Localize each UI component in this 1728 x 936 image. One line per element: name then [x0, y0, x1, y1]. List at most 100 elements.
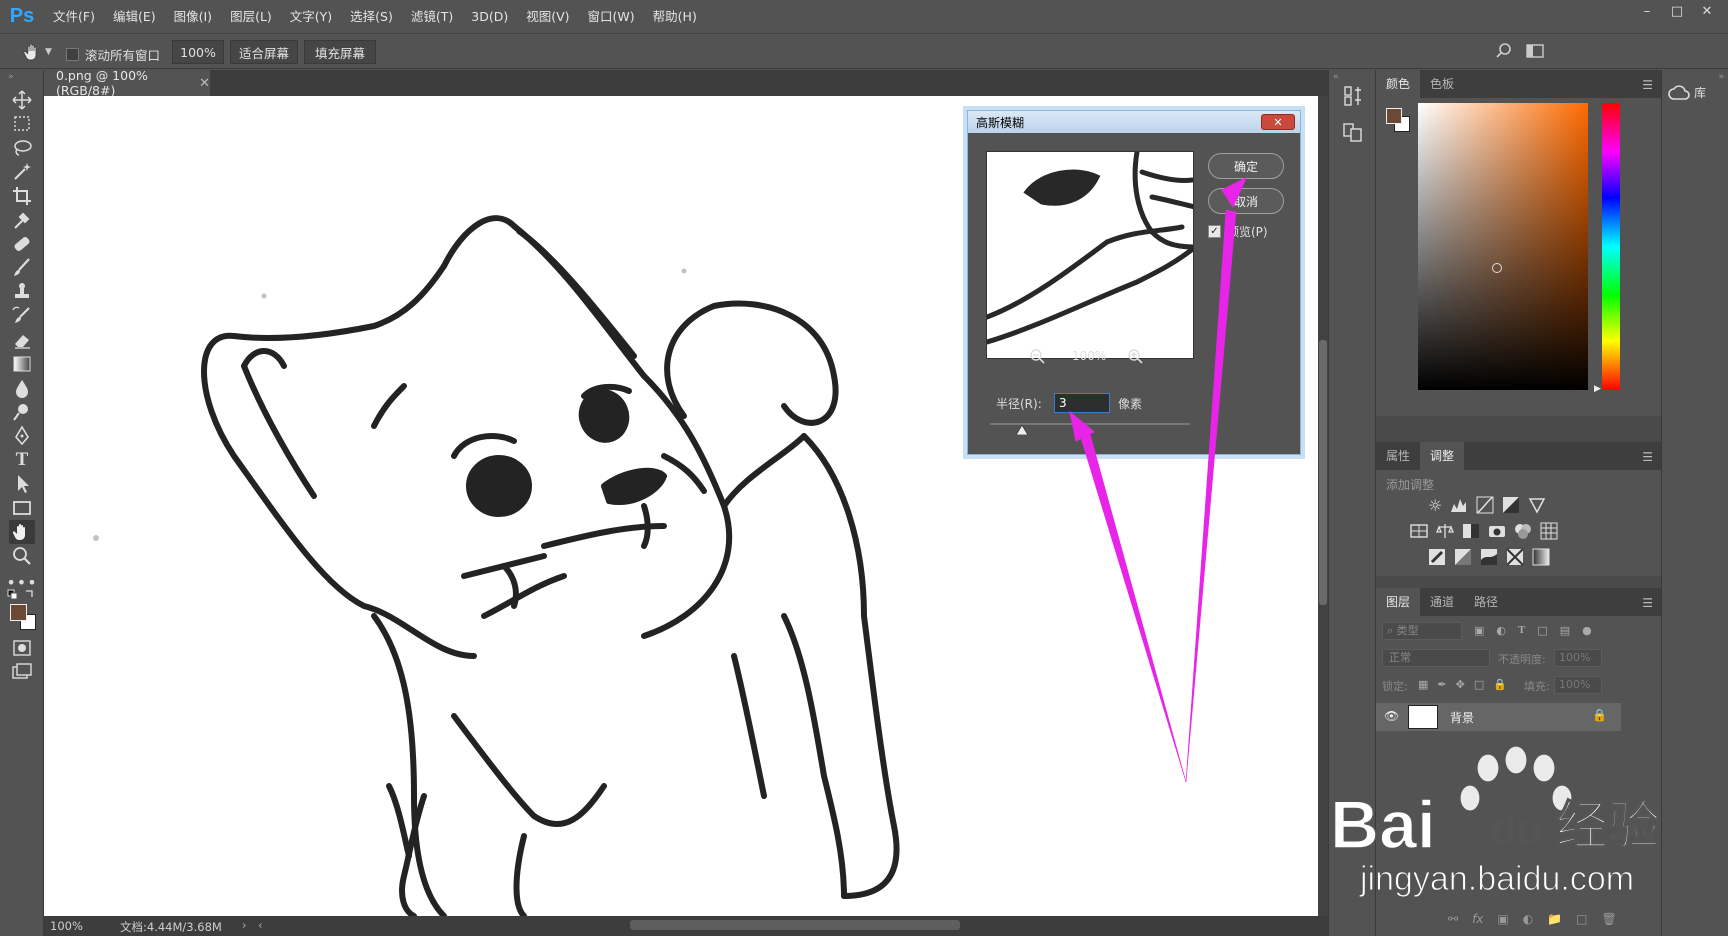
hand-tool-preset[interactable]: ▼ [22, 41, 58, 63]
menu-file[interactable]: 文件(F) [44, 0, 104, 33]
collapse-dock-icon[interactable]: « [1333, 72, 1339, 82]
new-adjustment-icon[interactable]: ◐ [1523, 912, 1533, 926]
threshold-icon[interactable] [1480, 548, 1498, 566]
zoom-tool-icon[interactable] [9, 544, 35, 568]
library-button[interactable]: 库 [1668, 84, 1706, 101]
path-selection-tool-icon[interactable] [9, 472, 35, 496]
collapse-toolbar-icon[interactable]: » [8, 72, 14, 82]
marquee-tool-icon[interactable] [9, 112, 35, 136]
brush-tool-icon[interactable] [9, 256, 35, 280]
exposure-icon[interactable] [1502, 496, 1520, 514]
gradient-tool-icon[interactable] [9, 352, 35, 376]
black-white-icon[interactable] [1462, 522, 1480, 540]
layer-name[interactable]: 背景 [1450, 709, 1474, 726]
hue-slider-handle-icon[interactable]: ▶ [1594, 384, 1601, 394]
color-swatches[interactable] [10, 604, 36, 630]
lock-artboard-icon[interactable]: □ [1474, 678, 1484, 691]
levels-icon[interactable] [1450, 496, 1468, 514]
filter-smart-icon[interactable]: ▤ [1560, 624, 1570, 637]
gradient-map-icon[interactable] [1532, 548, 1550, 566]
layer-kind-filter[interactable]: ⌕ 类型 [1382, 622, 1462, 640]
foreground-color-swatch[interactable] [10, 604, 27, 621]
fit-screen-button[interactable]: 适合屏幕 [230, 40, 298, 64]
photo-filter-icon[interactable] [1488, 522, 1506, 540]
collapse-library-icon[interactable]: » [1718, 72, 1724, 82]
radius-slider-handle-icon[interactable] [1016, 425, 1028, 435]
horizontal-scroll-thumb[interactable] [630, 920, 960, 930]
dialog-close-icon[interactable]: ✕ [1261, 114, 1295, 130]
type-tool-icon[interactable]: T [9, 448, 35, 472]
adjust-panel-menu-icon[interactable]: ☰ [1642, 450, 1653, 464]
menu-view[interactable]: 视图(V) [517, 0, 578, 33]
maximize-icon[interactable]: □ [1662, 0, 1692, 22]
opacity-input[interactable]: 100% [1554, 649, 1602, 667]
minimize-icon[interactable]: – [1632, 0, 1662, 22]
color-panel-menu-icon[interactable]: ☰ [1642, 78, 1653, 92]
close-tab-icon[interactable]: ✕ [199, 76, 210, 91]
color-picker-cursor[interactable] [1492, 263, 1502, 273]
history-panel-icon[interactable] [1341, 84, 1365, 108]
zoom-out-icon[interactable] [1028, 347, 1046, 365]
tab-properties[interactable]: 属性 [1376, 442, 1420, 470]
crop-tool-icon[interactable] [9, 184, 35, 208]
lasso-tool-icon[interactable] [9, 136, 35, 160]
new-layer-icon[interactable]: □ [1576, 912, 1587, 926]
lock-all-icon[interactable]: 🔒 [1493, 678, 1507, 691]
tab-paths[interactable]: 路径 [1464, 588, 1508, 616]
history-brush-tool-icon[interactable] [9, 304, 35, 328]
blend-mode-select[interactable]: 正常 [1382, 649, 1490, 667]
hand-tool-icon[interactable] [9, 520, 35, 544]
tab-swatches[interactable]: 色板 [1420, 70, 1464, 98]
document-tab[interactable]: 0.png @ 100%(RGB/8#) ✕ [44, 68, 210, 98]
filter-toggle-icon[interactable]: ● [1582, 624, 1592, 637]
dialog-titlebar[interactable]: 高斯模糊 [968, 111, 1300, 133]
tab-channels[interactable]: 通道 [1420, 588, 1464, 616]
menu-layer[interactable]: 图层(L) [221, 0, 281, 33]
tab-color[interactable]: 颜色 [1376, 70, 1421, 98]
cancel-button[interactable]: 取消 [1208, 188, 1284, 214]
blur-preview[interactable] [986, 151, 1194, 359]
fill-input[interactable]: 100% [1554, 676, 1602, 694]
screen-mode-icon[interactable] [9, 660, 35, 684]
vibrance-icon[interactable] [1528, 496, 1546, 514]
menu-help[interactable]: 帮助(H) [644, 0, 706, 33]
zoom-100-button[interactable]: 100% [172, 40, 224, 64]
rectangle-tool-icon[interactable] [9, 496, 35, 520]
healing-brush-tool-icon[interactable] [9, 232, 35, 256]
menu-image[interactable]: 图像(I) [165, 0, 221, 33]
lock-position-icon[interactable]: ✥ [1456, 678, 1465, 691]
scroll-left-icon[interactable]: ‹ [258, 918, 263, 932]
hue-saturation-icon[interactable] [1410, 522, 1428, 540]
quick-mask-icon[interactable] [9, 636, 35, 660]
selective-color-icon[interactable] [1506, 548, 1524, 566]
vertical-scroll-thumb[interactable] [1319, 340, 1327, 605]
layer-style-icon[interactable]: fx [1472, 912, 1483, 926]
menu-filter[interactable]: 滤镜(T) [402, 0, 462, 33]
invert-icon[interactable] [1428, 548, 1446, 566]
fill-screen-button[interactable]: 填充屏幕 [304, 40, 376, 64]
color-balance-icon[interactable] [1436, 522, 1454, 540]
dodge-tool-icon[interactable] [9, 400, 35, 424]
brightness-icon[interactable]: ☼ [1428, 496, 1442, 515]
lock-transparent-icon[interactable]: ▦ [1418, 678, 1428, 691]
lock-pixels-icon[interactable]: ✒ [1437, 678, 1446, 691]
properties-panel-icon[interactable] [1341, 120, 1365, 144]
menu-window[interactable]: 窗口(W) [579, 0, 644, 33]
new-group-icon[interactable]: 📁 [1547, 912, 1562, 926]
layer-visibility-eye-icon[interactable]: 👁 [1384, 709, 1399, 723]
layers-panel-menu-icon[interactable]: ☰ [1642, 596, 1653, 610]
search-icon[interactable] [1495, 42, 1513, 60]
eraser-tool-icon[interactable] [9, 328, 35, 352]
menu-edit[interactable]: 编辑(E) [104, 0, 165, 33]
add-mask-icon[interactable]: ▣ [1497, 912, 1508, 926]
menu-type[interactable]: 文字(Y) [281, 0, 341, 33]
preview-checkbox-checked-icon[interactable]: ✓ [1208, 225, 1221, 238]
delete-layer-icon[interactable]: 🗑 [1602, 912, 1617, 926]
link-layers-icon[interactable]: ⚯ [1448, 912, 1458, 926]
radius-input[interactable]: 3 [1054, 393, 1110, 413]
menu-3d[interactable]: 3D(D) [462, 0, 517, 33]
close-icon[interactable]: ✕ [1692, 0, 1722, 22]
blur-tool-icon[interactable] [9, 376, 35, 400]
menu-select[interactable]: 选择(S) [341, 0, 402, 33]
preview-toggle[interactable]: ✓ 预览(P) [1208, 223, 1268, 240]
